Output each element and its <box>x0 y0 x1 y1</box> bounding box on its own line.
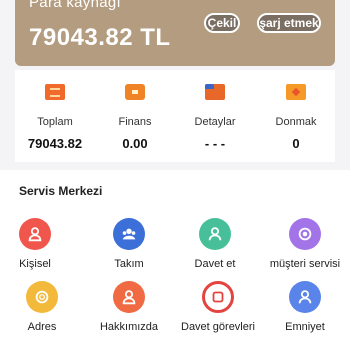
service-team[interactable]: Takım <box>84 218 174 270</box>
service-invite[interactable]: Davet et <box>170 218 260 270</box>
stat-value: 79043.82 <box>27 136 83 151</box>
service-about[interactable]: Hakkımızda <box>84 281 174 333</box>
stat-finance[interactable]: Finans 0.00 <box>100 84 170 151</box>
service-label: Emniyet <box>285 321 325 333</box>
service-label: müşteri servisi <box>269 258 341 270</box>
withdraw-button[interactable]: Çekil <box>204 13 240 33</box>
service-label: Davet görevleri <box>181 321 255 333</box>
stat-details[interactable]: Detaylar - - - <box>180 84 250 151</box>
service-label: Davet et <box>194 258 236 270</box>
service-security[interactable]: Emniyet <box>260 281 350 333</box>
service-label: Hakkımızda <box>99 321 159 333</box>
stat-label: Toplam <box>37 116 73 128</box>
service-personal[interactable]: Kişisel <box>0 218 80 270</box>
balance-amount: 79043.82 TL <box>29 24 171 51</box>
balance-header: Para kaynağı 79043.82 TL Çekil şarj etme… <box>15 0 335 66</box>
stat-freeze[interactable]: Donmak 0 <box>261 84 331 151</box>
service-label: Kişisel <box>19 258 51 270</box>
service-invite-tasks[interactable]: Davet görevleri <box>173 281 263 333</box>
address-icon <box>26 281 58 313</box>
security-icon <box>289 281 321 313</box>
personal-icon <box>19 218 51 250</box>
wallet-icon <box>45 84 65 100</box>
stat-label: Finans <box>118 116 152 128</box>
service-label: Takım <box>114 258 144 270</box>
invite-tasks-icon <box>202 281 234 313</box>
stat-value: 0 <box>292 136 300 151</box>
charge-button[interactable]: şarj etmek <box>257 13 321 33</box>
balance-label: Para kaynağı <box>29 0 121 11</box>
service-label: Adres <box>27 321 57 333</box>
team-icon <box>113 218 145 250</box>
service-address[interactable]: Adres <box>0 281 87 333</box>
details-icon <box>205 84 225 100</box>
freeze-icon <box>286 84 306 100</box>
service-customer-service[interactable]: müşteri servisi <box>260 218 350 270</box>
customer-service-icon <box>289 218 321 250</box>
stat-label: Detaylar <box>194 116 236 128</box>
invite-icon <box>199 218 231 250</box>
stat-label: Donmak <box>275 116 317 128</box>
stat-value: 0.00 <box>122 136 148 151</box>
stats-card: Toplam 79043.82 Finans 0.00 Detaylar - -… <box>15 70 335 162</box>
finance-icon <box>125 84 145 100</box>
about-icon <box>113 281 145 313</box>
stat-total[interactable]: Toplam 79043.82 <box>20 84 90 151</box>
section-title: Servis Merkezi <box>19 184 103 198</box>
stat-value: - - - <box>204 136 226 151</box>
